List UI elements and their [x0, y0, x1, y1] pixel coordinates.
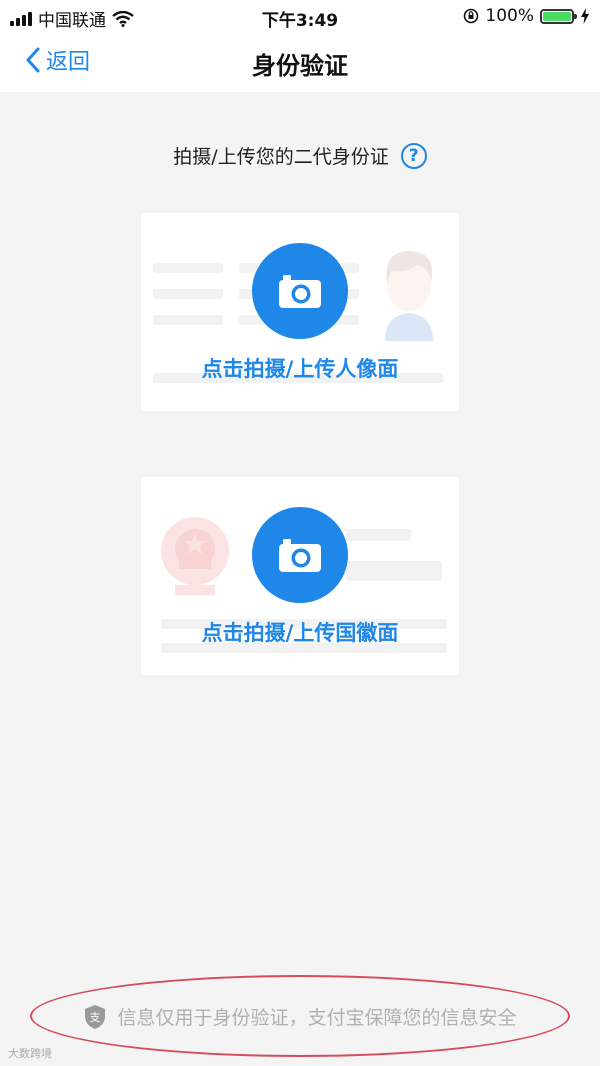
placeholder-line — [346, 529, 411, 541]
security-notice-text: 信息仅用于身份验证，支付宝保障您的信息安全 — [117, 1007, 517, 1029]
camera-icon — [279, 275, 321, 308]
battery-percent: 100% — [485, 6, 534, 26]
upload-emblem-side-card[interactable]: 点击拍摄/上传国徽面 — [141, 477, 459, 675]
page-title: 身份验证 — [252, 52, 348, 80]
watermark: 大数跨境 — [8, 1047, 52, 1060]
prompt-text: 拍摄/上传您的二代身份证 — [173, 146, 389, 168]
placeholder-line — [153, 315, 223, 325]
security-notice: 支 信息仅用于身份验证，支付宝保障您的信息安全 — [0, 1003, 600, 1030]
upload-portrait-label: 点击拍摄/上传人像面 — [201, 357, 399, 381]
alipay-shield-icon: 支 — [85, 1004, 106, 1029]
upload-portrait-side-card[interactable]: 点击拍摄/上传人像面 — [141, 213, 459, 411]
camera-button[interactable] — [252, 243, 348, 339]
placeholder-line — [153, 289, 223, 299]
id-card-prompt: 拍摄/上传您的二代身份证 ? — [0, 142, 600, 169]
camera-button[interactable] — [252, 507, 348, 603]
status-right: 100% — [463, 6, 590, 26]
battery-icon — [540, 8, 577, 24]
charging-bolt-icon — [581, 8, 589, 24]
status-bar: 中国联通 下午3:49 100% — [0, 0, 600, 32]
placeholder-line — [346, 561, 442, 581]
nav-bar: 返回 身份验证 — [0, 32, 600, 92]
portrait-avatar-icon — [385, 251, 433, 341]
shield-glyph: 支 — [90, 1011, 101, 1024]
national-emblem-icon — [161, 517, 229, 595]
upload-emblem-label: 点击拍摄/上传国徽面 — [201, 621, 399, 645]
placeholder-line — [153, 263, 223, 273]
rotation-lock-icon — [464, 8, 479, 24]
help-icon[interactable]: ? — [400, 142, 427, 169]
battery-fill — [543, 11, 571, 21]
camera-icon — [279, 539, 321, 572]
